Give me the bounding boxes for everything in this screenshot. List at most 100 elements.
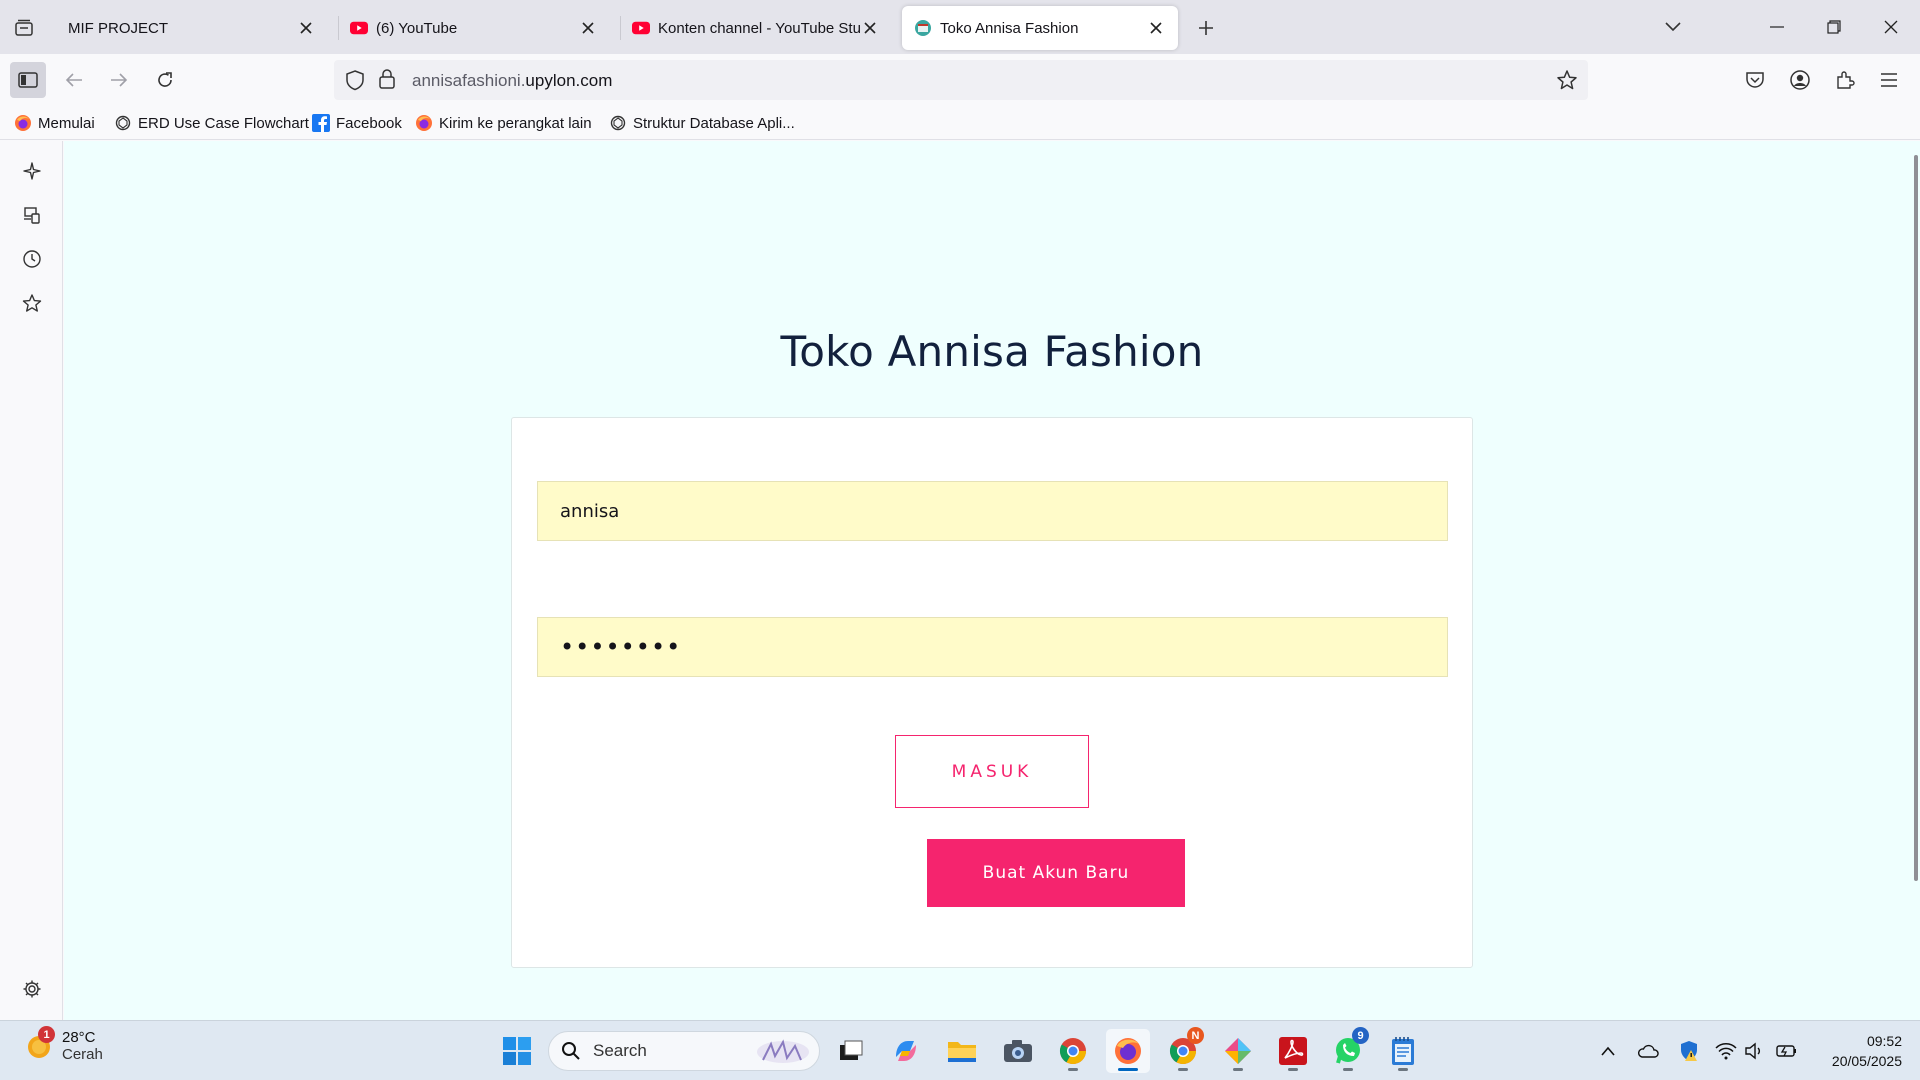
system-clock[interactable]: 09:52 20/05/2025 xyxy=(1812,1031,1902,1071)
pocket-icon xyxy=(1746,72,1764,88)
back-button[interactable] xyxy=(56,62,92,98)
wifi-icon xyxy=(1715,1043,1737,1060)
camera-app[interactable] xyxy=(996,1029,1040,1073)
close-icon[interactable] xyxy=(860,18,880,38)
close-window-button[interactable] xyxy=(1868,8,1914,46)
hamburger-menu-icon xyxy=(1881,73,1897,87)
bookmark-erd-use-case-flowchart[interactable]: ERD Use Case Flowchart xyxy=(114,112,309,134)
login-button[interactable]: MASUK xyxy=(895,735,1089,808)
weather-condition: Cerah xyxy=(62,1046,103,1063)
sidebar-toggle-button[interactable] xyxy=(10,62,46,98)
restore-icon xyxy=(1827,20,1841,34)
history-button[interactable] xyxy=(16,243,48,275)
bookmark-label: ERD Use Case Flowchart xyxy=(138,114,309,132)
chrome-app[interactable] xyxy=(1051,1029,1095,1073)
tab-strip: MIF PROJECT (6) YouTube Konten channel -… xyxy=(0,0,1920,54)
cloud-icon xyxy=(1638,1044,1659,1058)
chatgpt-icon xyxy=(114,114,132,132)
page-scrollbar[interactable] xyxy=(1914,155,1918,881)
tab-toko-annisa-fashion[interactable]: Toko Annisa Fashion xyxy=(902,6,1178,50)
restore-button[interactable] xyxy=(1811,8,1857,46)
tracking-protection-icon[interactable] xyxy=(344,69,366,96)
forward-button[interactable] xyxy=(101,62,137,98)
tab-overview-button[interactable] xyxy=(8,12,40,44)
bookmark-memulai[interactable]: Memulai xyxy=(14,112,95,134)
clock-time: 09:52 xyxy=(1866,1033,1902,1049)
whatsapp-app[interactable]: 9 xyxy=(1326,1027,1370,1073)
tab-youtube-studio[interactable]: Konten channel - YouTube Studi xyxy=(620,6,892,50)
account-button[interactable] xyxy=(1782,62,1818,98)
wifi-tray-icon[interactable] xyxy=(1714,1039,1738,1063)
bookmark-star-icon[interactable] xyxy=(1556,69,1578,96)
running-indicator xyxy=(1068,1068,1078,1071)
weather-widget[interactable]: 1 28°C Cerah xyxy=(24,1026,103,1063)
bookmarks-button[interactable] xyxy=(16,287,48,319)
running-indicator xyxy=(1288,1068,1298,1071)
url-text[interactable]: annisafashioni.upylon.com xyxy=(412,71,612,91)
lock-icon[interactable] xyxy=(378,68,396,95)
create-account-button[interactable]: Buat Akun Baru xyxy=(927,839,1185,907)
search-placeholder: Search xyxy=(593,1041,647,1060)
password-field[interactable]: •••••••• xyxy=(537,617,1448,677)
bookmark-facebook[interactable]: Facebook xyxy=(312,112,402,134)
pinned-app[interactable] xyxy=(1216,1029,1260,1073)
volume-tray-icon[interactable] xyxy=(1743,1039,1767,1063)
address-bar[interactable]: annisafashioni.upylon.com xyxy=(334,60,1588,100)
copilot-app[interactable] xyxy=(884,1029,928,1073)
synced-tabs-button[interactable] xyxy=(16,199,48,231)
shield-warning-icon xyxy=(1681,1041,1697,1061)
page-title: Toko Annisa Fashion xyxy=(780,327,1204,376)
bookmarks-toolbar: Memulai ERD Use Case Flowchart Facebook … xyxy=(0,106,1920,140)
youtube-icon xyxy=(632,19,650,37)
tab-title: MIF PROJECT xyxy=(68,19,168,37)
sparkle-icon xyxy=(23,162,41,180)
folder-icon xyxy=(948,1042,976,1062)
sidebar-settings-button[interactable] xyxy=(16,973,48,1005)
gear-icon xyxy=(23,980,41,998)
battery-tray-icon[interactable] xyxy=(1774,1039,1798,1063)
pocket-button[interactable] xyxy=(1737,62,1773,98)
start-button[interactable] xyxy=(495,1029,539,1073)
url-prefix: annisafashioni. xyxy=(412,71,526,90)
notepad-app[interactable] xyxy=(1381,1029,1425,1073)
firefox-app[interactable] xyxy=(1106,1029,1150,1073)
minimize-button[interactable] xyxy=(1754,8,1800,46)
extensions-button[interactable] xyxy=(1827,62,1863,98)
show-hidden-icons-button[interactable] xyxy=(1596,1039,1620,1063)
close-icon[interactable] xyxy=(578,18,598,38)
devices-icon xyxy=(24,207,40,224)
new-tab-button[interactable] xyxy=(1190,12,1222,44)
close-icon[interactable] xyxy=(1146,18,1166,38)
username-field[interactable]: annisa xyxy=(537,481,1448,541)
bookmark-label: Facebook xyxy=(336,114,402,132)
ai-chatbot-button[interactable] xyxy=(16,155,48,187)
task-view-button[interactable] xyxy=(829,1029,873,1073)
running-indicator xyxy=(1178,1068,1188,1071)
security-tray-icon[interactable] xyxy=(1677,1039,1701,1063)
youtube-icon xyxy=(350,19,368,37)
menu-button[interactable] xyxy=(1871,62,1907,98)
weather-badge: 1 xyxy=(38,1026,55,1043)
onedrive-tray-icon[interactable] xyxy=(1636,1039,1660,1063)
windows-logo-icon xyxy=(503,1037,531,1065)
taskbar-search-box[interactable]: Search xyxy=(548,1031,820,1071)
reload-button[interactable] xyxy=(147,62,183,98)
tab-title: Konten channel - YouTube Studi xyxy=(658,19,860,37)
bookmark-struktur-database[interactable]: Struktur Database Apli... xyxy=(609,112,795,134)
tab-mif-project[interactable]: MIF PROJECT xyxy=(56,6,328,50)
plus-icon xyxy=(1199,21,1213,35)
login-card: annisa •••••••• MASUK Buat Akun Baru xyxy=(511,417,1473,968)
file-explorer-app[interactable] xyxy=(940,1029,984,1073)
chatgpt-icon xyxy=(609,114,627,132)
close-icon[interactable] xyxy=(296,18,316,38)
acrobat-app[interactable] xyxy=(1271,1029,1315,1073)
bookmark-label: Kirim ke perangkat lain xyxy=(439,114,592,132)
tab-youtube[interactable]: (6) YouTube xyxy=(338,6,610,50)
chrome-icon xyxy=(1059,1038,1087,1065)
tab-list-dropdown[interactable] xyxy=(1650,8,1696,46)
pdf-icon xyxy=(1279,1037,1307,1065)
bookmark-kirim-ke-perangkat-lain[interactable]: Kirim ke perangkat lain xyxy=(415,112,592,134)
chrome-profile-app[interactable]: N xyxy=(1161,1027,1205,1073)
forward-arrow-icon xyxy=(111,73,128,87)
minimize-icon xyxy=(1770,26,1784,28)
